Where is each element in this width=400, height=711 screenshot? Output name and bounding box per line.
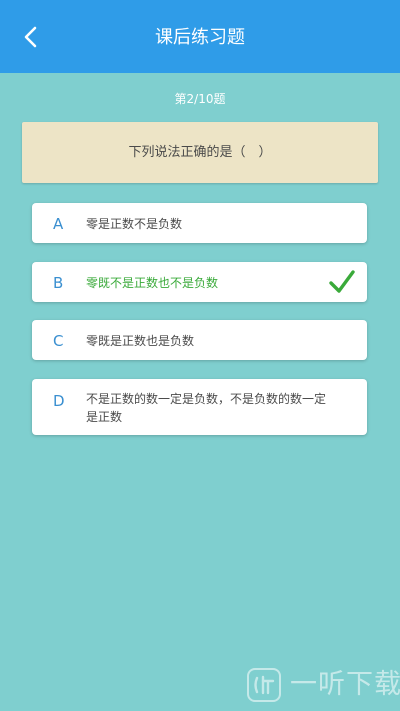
option-b[interactable]: B 零既不是正数也不是负数 <box>32 262 367 302</box>
check-icon <box>329 270 355 293</box>
option-a[interactable]: A 零是正数不是负数 <box>32 203 367 243</box>
option-letter: C <box>53 332 64 350</box>
option-text: 不是正数的数一定是负数，不是负数的数一定是正数 <box>86 392 327 424</box>
option-d[interactable]: D 不是正数的数一定是负数，不是负数的数一定是正数 <box>32 379 367 435</box>
option-c[interactable]: C 零既是正数也是负数 <box>32 320 367 360</box>
ear-logo-icon <box>247 668 281 702</box>
question-text: 下列说法正确的是（ ） <box>128 145 272 160</box>
option-text: 零是正数不是负数 <box>86 217 183 231</box>
option-text: 零既不是正数也不是负数 <box>86 276 219 290</box>
watermark-text: 一听下载 <box>290 669 400 700</box>
question-progress: 第2/10题 <box>174 92 226 106</box>
app-header: 课后练习题 <box>0 0 400 73</box>
option-letter: A <box>53 215 64 233</box>
option-letter: B <box>53 274 64 292</box>
option-text: 零既是正数也是负数 <box>86 334 195 348</box>
question-card: 下列说法正确的是（ ） <box>22 122 378 183</box>
watermark: 一听下载 <box>246 665 400 705</box>
option-letter: D <box>53 392 65 410</box>
page-title: 课后练习题 <box>155 27 245 48</box>
